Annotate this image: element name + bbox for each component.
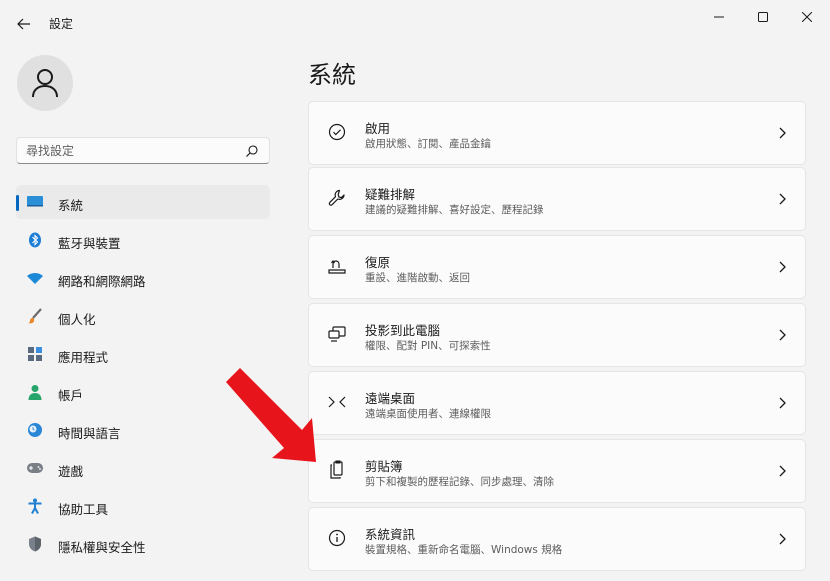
card-recovery[interactable]: 復原 重設、進階啟動、返回 [308, 235, 806, 299]
title-bar: 設定 [0, 0, 830, 46]
sidebar-item-accessibility[interactable]: 協助工具 [16, 489, 270, 523]
wifi-icon [26, 270, 44, 286]
selection-indicator [16, 195, 19, 211]
check-circle-icon [326, 121, 348, 143]
brush-icon [26, 308, 44, 324]
chevron-right-icon [779, 329, 786, 341]
sidebar-item-label: 藍牙與裝置 [58, 236, 121, 251]
sidebar-item-label: 協助工具 [58, 502, 109, 517]
maximize-button[interactable] [741, 4, 785, 30]
settings-list: 啟用 啟用狀態、訂閱、產品金鑰 疑難排解 建議的疑難排解、喜好設定、歷程記錄 復… [308, 100, 806, 581]
chevron-right-icon [779, 193, 786, 205]
monitor-icon [26, 194, 44, 210]
sidebar-item-gaming[interactable]: 遊戲 [16, 451, 270, 485]
info-icon [326, 527, 348, 549]
sidebar-item-label: 遊戲 [58, 464, 84, 479]
chevron-right-icon [779, 261, 786, 273]
card-title: 遠端桌面 [365, 391, 416, 406]
back-button[interactable] [10, 10, 38, 38]
page-title: 系統 [308, 61, 356, 89]
sidebar-item-time-language[interactable]: 時間與語言 [16, 413, 270, 447]
sidebar-item-accounts[interactable]: 帳戶 [16, 375, 270, 409]
window-title: 設定 [49, 17, 74, 31]
search-box[interactable] [16, 137, 270, 164]
card-subtitle: 權限、配對 PIN、可探索性 [365, 340, 491, 352]
arrow-left-icon [17, 18, 30, 30]
sidebar-item-system[interactable]: 系統 [16, 185, 270, 219]
sidebar-item-label: 系統 [58, 198, 84, 213]
gamepad-icon [26, 460, 44, 476]
apps-icon [26, 346, 44, 362]
card-troubleshoot[interactable]: 疑難排解 建議的疑難排解、喜好設定、歷程記錄 [308, 167, 806, 231]
sidebar-item-label: 隱私權與安全性 [58, 540, 146, 555]
card-title: 復原 [365, 255, 391, 270]
accessibility-icon [26, 498, 44, 514]
card-title: 啟用 [365, 121, 391, 136]
card-clipboard[interactable]: 剪貼簿 剪下和複製的歷程記錄、同步處理、清除 [308, 439, 806, 503]
remote-desktop-icon [326, 391, 348, 413]
sidebar-item-personalization[interactable]: 個人化 [16, 299, 270, 333]
sidebar-item-label: 時間與語言 [58, 426, 121, 441]
sidebar-item-label: 個人化 [58, 312, 96, 327]
bluetooth-icon [26, 232, 44, 248]
card-subtitle: 啟用狀態、訂閱、產品金鑰 [365, 138, 491, 150]
card-title: 系統資訊 [365, 527, 416, 542]
maximize-icon [758, 12, 768, 22]
chevron-right-icon [779, 127, 786, 139]
shield-icon [26, 536, 44, 552]
card-project-to-pc[interactable]: 投影到此電腦 權限、配對 PIN、可探索性 [308, 303, 806, 367]
user-avatar[interactable] [17, 55, 73, 111]
card-subtitle: 建議的疑難排解、喜好設定、歷程記錄 [365, 204, 544, 216]
card-remote-desktop[interactable]: 遠端桌面 遠端桌面使用者、連線權限 [308, 371, 806, 435]
close-icon [802, 12, 812, 22]
card-title: 疑難排解 [365, 187, 416, 202]
wrench-icon [326, 187, 348, 209]
minimize-button[interactable] [697, 4, 741, 30]
card-about[interactable]: 系統資訊 裝置規格、重新命名電腦、Windows 規格 [308, 507, 806, 571]
card-subtitle: 重設、進階啟動、返回 [365, 272, 470, 284]
clock-globe-icon [26, 422, 44, 438]
chevron-right-icon [779, 533, 786, 545]
close-button[interactable] [785, 4, 829, 30]
clipboard-icon [326, 459, 348, 481]
sidebar-item-label: 應用程式 [58, 350, 109, 365]
sidebar-item-bluetooth[interactable]: 藍牙與裝置 [16, 223, 270, 257]
card-activation[interactable]: 啟用 啟用狀態、訂閱、產品金鑰 [308, 101, 806, 165]
sidebar-nav: 系統 藍牙與裝置 網路和網際網路 個人化 應用程式 帳戶 時間與語言 遊戲 協助… [16, 185, 270, 565]
card-subtitle: 剪下和複製的歷程記錄、同步處理、清除 [365, 476, 554, 488]
sidebar-item-network[interactable]: 網路和網際網路 [16, 261, 270, 295]
chevron-right-icon [779, 397, 786, 409]
card-title: 投影到此電腦 [365, 323, 441, 338]
sidebar-item-label: 網路和網際網路 [58, 274, 146, 289]
card-subtitle: 裝置規格、重新命名電腦、Windows 規格 [365, 544, 563, 556]
minimize-icon [714, 16, 724, 18]
project-icon [326, 323, 348, 345]
search-icon[interactable] [245, 144, 259, 158]
recovery-icon [326, 255, 348, 277]
chevron-right-icon [779, 465, 786, 477]
account-icon [26, 384, 44, 400]
person-icon [32, 69, 58, 98]
sidebar-item-privacy[interactable]: 隱私權與安全性 [16, 527, 270, 561]
sidebar-item-apps[interactable]: 應用程式 [16, 337, 270, 371]
card-title: 剪貼簿 [365, 459, 403, 474]
card-subtitle: 遠端桌面使用者、連線權限 [365, 408, 491, 420]
search-input[interactable] [17, 138, 237, 163]
sidebar-item-label: 帳戶 [58, 388, 84, 403]
